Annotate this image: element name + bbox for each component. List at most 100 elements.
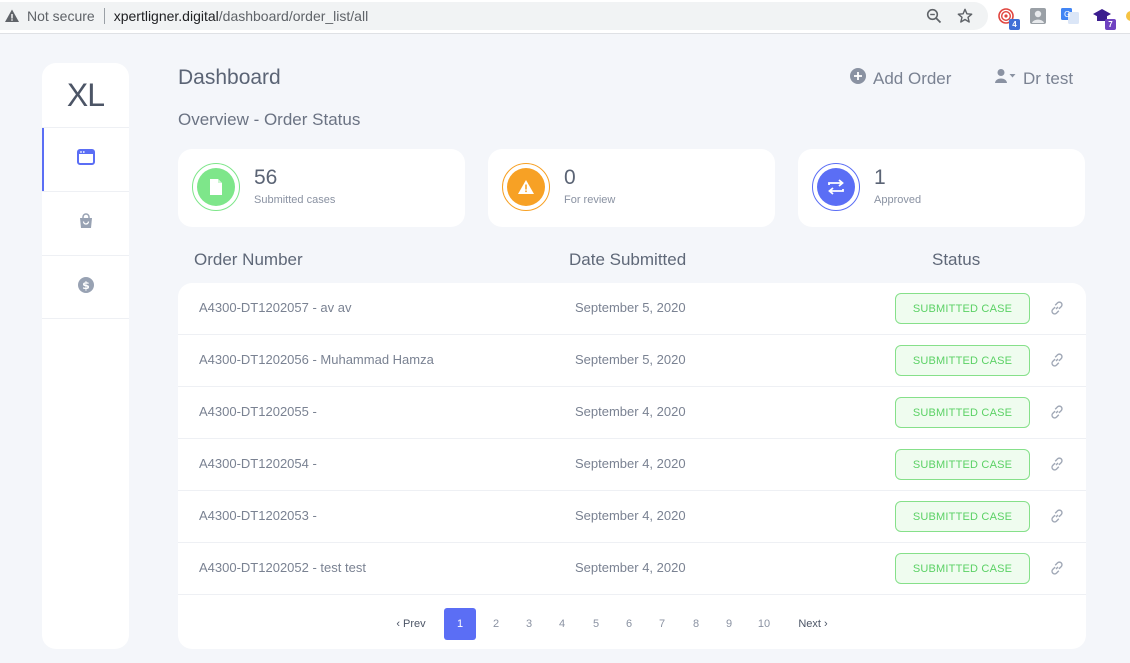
status-badge: SUBMITTED CASE <box>895 553 1030 584</box>
link-icon[interactable] <box>1049 404 1065 420</box>
stat-value: 56 <box>254 166 278 189</box>
extension-translate-icon[interactable]: G <box>1060 6 1080 26</box>
pagination-next[interactable]: Next › <box>790 608 836 640</box>
address-bar[interactable]: Not secure xpertligner.digital/dashboard… <box>0 2 988 30</box>
stat-card-submitted: 56 Submitted cases <box>178 149 465 227</box>
stat-icon-ring <box>812 163 860 211</box>
add-order-label: Add Order <box>873 68 952 88</box>
bag-icon <box>78 213 94 234</box>
extension-graduation-icon[interactable]: 7 <box>1092 6 1116 30</box>
table-row[interactable]: A4300-DT1202052 - test test September 4,… <box>178 543 1086 595</box>
date-submitted: September 4, 2020 <box>575 560 686 575</box>
table-row[interactable]: A4300-DT1202054 - September 4, 2020 SUBM… <box>178 439 1086 491</box>
zoom-icon[interactable] <box>926 8 942 24</box>
svg-text:$: $ <box>82 279 90 292</box>
warning-triangle-icon[interactable] <box>4 8 20 24</box>
date-submitted: September 4, 2020 <box>575 456 686 471</box>
stat-label: For review <box>564 194 616 206</box>
date-submitted: September 5, 2020 <box>575 352 686 367</box>
url-separator <box>103 8 105 24</box>
url-host: xpertligner.digital <box>113 8 219 24</box>
extension-profile-icon[interactable] <box>1028 6 1048 26</box>
stat-value: 1 <box>874 166 886 189</box>
pagination-page-9[interactable]: 9 <box>717 608 741 640</box>
status-badge: SUBMITTED CASE <box>895 449 1030 480</box>
pagination-page-3[interactable]: 3 <box>517 608 541 640</box>
status-badge: SUBMITTED CASE <box>895 345 1030 376</box>
stat-icon-ring <box>502 163 550 211</box>
dollar-icon: $ <box>77 276 94 298</box>
user-name: Dr test <box>1023 68 1074 88</box>
warning-icon <box>507 168 545 206</box>
url-text[interactable]: xpertligner.digital/dashboard/order_list… <box>114 8 368 24</box>
link-icon[interactable] <box>1049 508 1065 524</box>
url-path: /dashboard/order_list/all <box>218 8 369 24</box>
sidebar: XL $ <box>42 63 129 649</box>
document-icon <box>197 168 235 206</box>
extension-badge: 4 <box>1009 19 1020 30</box>
pagination-page-5[interactable]: 5 <box>584 608 608 640</box>
pagination-page-1[interactable]: 1 <box>444 608 476 640</box>
page-title: Dashboard <box>178 66 281 89</box>
column-header-date-submitted[interactable]: Date Submitted <box>569 250 686 270</box>
status-badge: SUBMITTED CASE <box>895 293 1030 324</box>
stat-icon-ring <box>192 163 240 211</box>
status-badge: SUBMITTED CASE <box>895 397 1030 428</box>
pagination-prev[interactable]: ‹ Prev <box>386 608 436 640</box>
bookmark-star-icon[interactable] <box>957 8 973 24</box>
security-label[interactable]: Not secure <box>27 8 95 24</box>
column-header-status[interactable]: Status <box>932 250 980 270</box>
browser-toolbar: Not secure xpertligner.digital/dashboard… <box>0 0 1130 34</box>
link-icon[interactable] <box>1049 352 1065 368</box>
order-number: A4300-DT1202056 - Muhammad Hamza <box>199 352 434 367</box>
prev-label: Prev <box>403 618 426 630</box>
pagination-page-8[interactable]: 8 <box>684 608 708 640</box>
pagination-page-10[interactable]: 10 <box>750 608 778 640</box>
table-row[interactable]: A4300-DT1202055 - September 4, 2020 SUBM… <box>178 387 1086 439</box>
order-number: A4300-DT1202053 - <box>199 508 317 523</box>
app-logo[interactable]: XL <box>42 63 129 127</box>
chevron-right-icon: › <box>824 618 828 630</box>
pagination-page-2[interactable]: 2 <box>484 608 508 640</box>
pagination-page-6[interactable]: 6 <box>617 608 641 640</box>
stat-label: Approved <box>874 194 922 206</box>
extension-partial-icon[interactable] <box>1124 6 1130 26</box>
date-submitted: September 5, 2020 <box>575 300 686 315</box>
table-row[interactable]: A4300-DT1202053 - September 4, 2020 SUBM… <box>178 491 1086 543</box>
order-number: A4300-DT1202054 - <box>199 456 317 471</box>
order-number: A4300-DT1202055 - <box>199 404 317 419</box>
link-icon[interactable] <box>1049 456 1065 472</box>
stat-label: Submitted cases <box>254 194 336 206</box>
add-order-button[interactable]: Add Order <box>850 68 951 89</box>
pagination-page-7[interactable]: 7 <box>650 608 674 640</box>
stat-card-approved: 1 Approved <box>798 149 1085 227</box>
column-header-order-number[interactable]: Order Number <box>194 250 303 270</box>
stat-card-for-review: 0 For review <box>488 149 775 227</box>
pagination-page-4[interactable]: 4 <box>550 608 574 640</box>
sidebar-item-dashboard[interactable] <box>42 127 129 191</box>
date-submitted: September 4, 2020 <box>575 508 686 523</box>
window-icon <box>76 149 95 170</box>
sidebar-item-billing[interactable]: $ <box>42 255 129 319</box>
stat-value: 0 <box>564 166 576 189</box>
date-submitted: September 4, 2020 <box>575 404 686 419</box>
link-icon[interactable] <box>1049 560 1065 576</box>
chevron-left-icon: ‹ <box>396 618 400 630</box>
extension-badge: 7 <box>1105 19 1116 30</box>
extension-fingerprint-icon[interactable]: 4 <box>996 6 1020 30</box>
link-icon[interactable] <box>1049 300 1065 316</box>
svg-text:G: G <box>1064 10 1070 19</box>
table-row[interactable]: A4300-DT1202056 - Muhammad Hamza Septemb… <box>178 335 1086 387</box>
sidebar-item-orders[interactable] <box>42 191 129 255</box>
order-number: A4300-DT1202057 - av av <box>199 300 352 315</box>
user-icon <box>995 68 1017 89</box>
status-badge: SUBMITTED CASE <box>895 501 1030 532</box>
user-menu[interactable]: Dr test <box>995 68 1073 89</box>
orders-table: A4300-DT1202057 - av av September 5, 202… <box>178 283 1086 649</box>
table-row[interactable]: A4300-DT1202057 - av av September 5, 202… <box>178 283 1086 335</box>
swap-icon <box>817 168 855 206</box>
next-label: Next <box>798 618 821 630</box>
section-subtitle: Overview - Order Status <box>178 110 361 129</box>
plus-circle-icon <box>850 68 866 89</box>
order-number: A4300-DT1202052 - test test <box>199 560 366 575</box>
